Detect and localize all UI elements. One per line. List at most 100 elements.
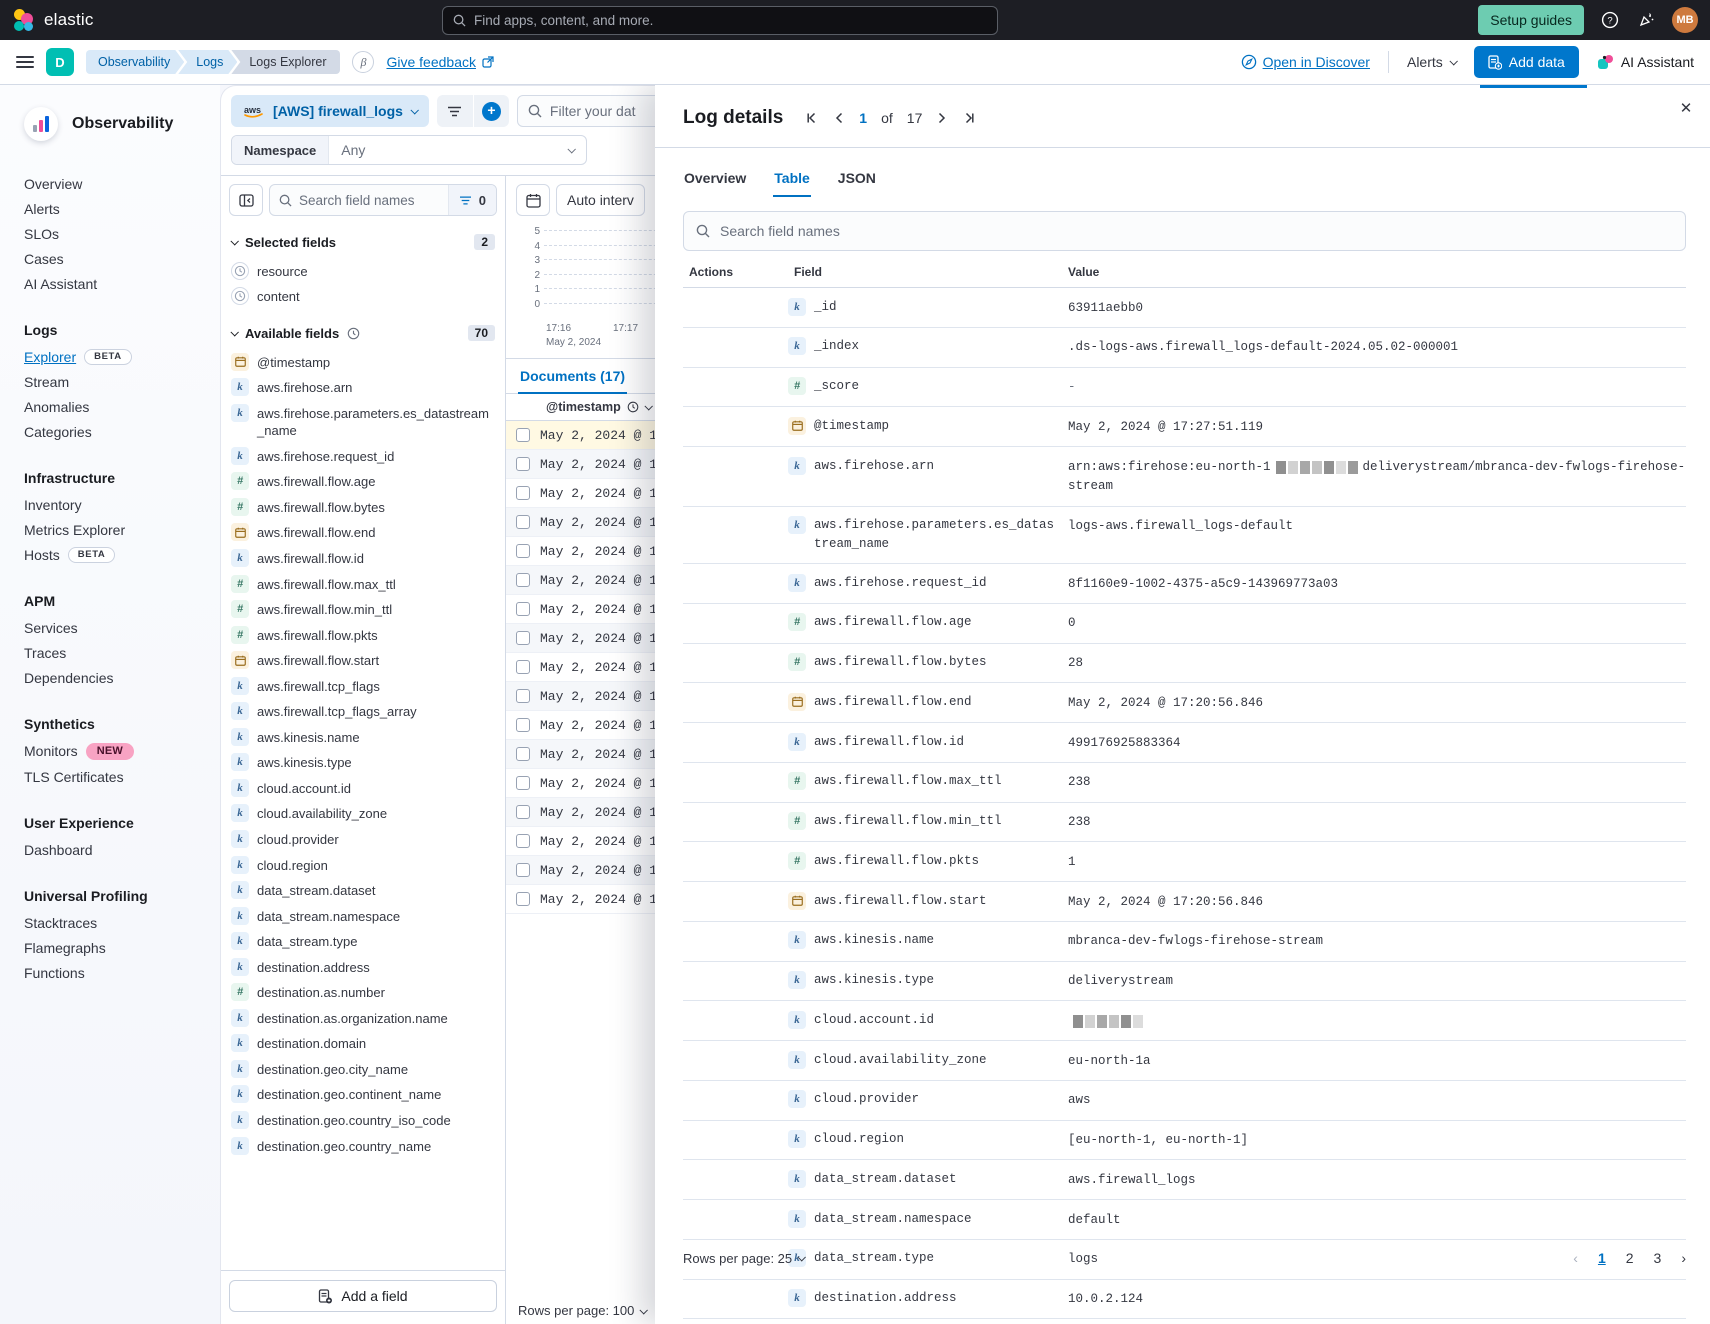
table-row[interactable]: kdata_stream.datasetaws.firewall_logs (683, 1160, 1686, 1200)
table-row[interactable]: #_score- (683, 368, 1686, 408)
page-3[interactable]: 3 (1654, 1250, 1662, 1266)
table-row[interactable]: kcloud.provideraws (683, 1081, 1686, 1121)
available-field-item[interactable]: kcloud.availability_zone (229, 801, 497, 827)
available-field-item[interactable]: kdestination.geo.country_name (229, 1133, 497, 1155)
add-data-button[interactable]: Add data (1474, 46, 1579, 78)
sidebar-item-alerts[interactable]: Alerts (24, 196, 220, 221)
add-field-button[interactable]: Add a field (229, 1280, 497, 1312)
available-field-item[interactable]: kdestination.domain (229, 1031, 497, 1057)
table-row[interactable]: aws.firewall.flow.startMay 2, 2024 @ 17:… (683, 882, 1686, 922)
available-field-item[interactable]: kaws.firehose.arn (229, 375, 497, 401)
sidebar-item-metrics-explorer[interactable]: Metrics Explorer (24, 517, 220, 542)
sidebar-item-slos[interactable]: SLOs (24, 221, 220, 246)
row-checkbox[interactable] (516, 834, 530, 848)
page-2[interactable]: 2 (1626, 1250, 1634, 1266)
sidebar-item-monitors[interactable]: MonitorsNEW (24, 738, 220, 764)
available-field-item[interactable]: kaws.firewall.tcp_flags (229, 673, 497, 699)
flyout-field-search-input[interactable]: Search field names (683, 211, 1686, 251)
previous-page-arrow[interactable]: ‹ (1573, 1250, 1578, 1266)
available-field-item[interactable]: kcloud.provider (229, 826, 497, 852)
page-1[interactable]: 1 (1598, 1250, 1606, 1266)
table-row[interactable]: kcloud.availability_zoneeu-north-1a (683, 1041, 1686, 1081)
row-checkbox[interactable] (516, 689, 530, 703)
available-field-item[interactable]: kaws.kinesis.name (229, 724, 497, 750)
row-checkbox[interactable] (516, 747, 530, 761)
user-avatar[interactable]: MB (1672, 7, 1698, 33)
table-row[interactable]: @timestampMay 2, 2024 @ 17:27:51.119 (683, 407, 1686, 447)
breadcrumb-observability[interactable]: Observability (86, 50, 184, 74)
row-checkbox[interactable] (516, 631, 530, 645)
table-row[interactable]: kcloud.region[eu-north-1, eu-north-1] (683, 1121, 1686, 1161)
space-avatar[interactable]: D (46, 48, 74, 76)
table-row[interactable]: k_index.ds-logs-aws.firewall_logs-defaul… (683, 328, 1686, 368)
sidebar-item-stream[interactable]: Stream (24, 369, 220, 394)
last-page-icon[interactable] (962, 111, 976, 125)
help-icon[interactable]: ? (1600, 10, 1620, 30)
table-row[interactable]: kdestination.address10.0.2.124 (683, 1280, 1686, 1320)
sidebar-item-traces[interactable]: Traces (24, 640, 220, 665)
filters-button[interactable] (437, 95, 473, 127)
global-search-input[interactable]: Find apps, content, and more. (442, 6, 998, 35)
row-checkbox[interactable] (516, 457, 530, 471)
sidebar-item-stacktraces[interactable]: Stacktraces (24, 910, 220, 935)
table-row[interactable]: #aws.firewall.flow.bytes28 (683, 644, 1686, 684)
next-page-icon[interactable] (936, 111, 948, 125)
available-field-item[interactable]: kdestination.address (229, 954, 497, 980)
row-checkbox[interactable] (516, 892, 530, 906)
sidebar-item-functions[interactable]: Functions (24, 960, 220, 985)
available-field-item[interactable]: kaws.firehose.parameters.es_datastream_n… (229, 400, 497, 443)
row-checkbox[interactable] (516, 573, 530, 587)
row-checkbox[interactable] (516, 515, 530, 529)
sidebar-item-ai-assistant[interactable]: AI Assistant (24, 271, 220, 296)
namespace-control[interactable]: Namespace Any (231, 135, 587, 165)
alerts-dropdown[interactable]: Alerts (1407, 54, 1456, 70)
available-field-item[interactable]: aws.firewall.flow.start (229, 648, 497, 674)
dataset-selector[interactable]: aws [AWS] firewall_logs (231, 95, 429, 127)
give-feedback-link[interactable]: Give feedback (386, 54, 494, 70)
interval-select[interactable]: Auto interv (556, 184, 645, 216)
available-field-item[interactable]: kcloud.region (229, 852, 497, 878)
row-checkbox[interactable] (516, 718, 530, 732)
tab-json[interactable]: JSON (837, 164, 877, 197)
available-field-item[interactable]: kdestination.geo.country_iso_code (229, 1108, 497, 1134)
selected-field-item[interactable]: resource (229, 258, 497, 284)
row-checkbox[interactable] (516, 544, 530, 558)
available-field-item[interactable]: #aws.firewall.flow.max_ttl (229, 571, 497, 597)
sidebar-item-overview[interactable]: Overview (24, 171, 220, 196)
field-search-input[interactable]: Search field names 0 (269, 184, 497, 216)
table-row[interactable]: kaws.firewall.flow.id499176925883364 (683, 723, 1686, 763)
row-checkbox[interactable] (516, 863, 530, 877)
sidebar-item-explorer[interactable]: ExplorerBETA (24, 344, 220, 369)
field-filter-count[interactable]: 0 (448, 185, 496, 215)
available-field-item[interactable]: #aws.firewall.flow.min_ttl (229, 597, 497, 623)
sidebar-item-flamegraphs[interactable]: Flamegraphs (24, 935, 220, 960)
selected-fields-header[interactable]: Selected fields 2 (229, 228, 497, 256)
documents-rows-per-page[interactable]: Rows per page: 100 (518, 1303, 646, 1318)
table-row[interactable]: k_id63911aebb0 (683, 288, 1686, 328)
table-row[interactable]: #aws.firewall.flow.pkts1 (683, 842, 1686, 882)
open-in-discover-link[interactable]: Open in Discover (1241, 54, 1370, 70)
row-checkbox[interactable] (516, 486, 530, 500)
table-row[interactable]: kaws.kinesis.namembranca-dev-fwlogs-fire… (683, 922, 1686, 962)
tab-documents[interactable]: Documents (17) (518, 359, 627, 394)
flyout-rows-per-page[interactable]: Rows per page: 25 (683, 1251, 804, 1266)
available-field-item[interactable]: #aws.firewall.flow.pkts (229, 622, 497, 648)
first-page-icon[interactable] (805, 111, 819, 125)
available-field-item[interactable]: @timestamp (229, 349, 497, 375)
collapse-sidebar-button[interactable] (229, 184, 263, 216)
ai-assistant-button[interactable]: AI Assistant (1597, 54, 1694, 71)
menu-icon[interactable] (16, 56, 34, 68)
row-checkbox[interactable] (516, 428, 530, 442)
available-fields-header[interactable]: Available fields 70 (229, 319, 497, 347)
previous-page-icon[interactable] (833, 111, 845, 125)
breadcrumb-logs[interactable]: Logs (178, 50, 237, 74)
table-row[interactable]: kdata_stream.namespacedefault (683, 1200, 1686, 1240)
row-checkbox[interactable] (516, 602, 530, 616)
row-checkbox[interactable] (516, 660, 530, 674)
next-page-arrow[interactable]: › (1681, 1250, 1686, 1266)
row-checkbox[interactable] (516, 776, 530, 790)
available-field-item[interactable]: kdata_stream.dataset (229, 878, 497, 904)
sidebar-item-anomalies[interactable]: Anomalies (24, 394, 220, 419)
available-field-item[interactable]: kdestination.as.organization.name (229, 1005, 497, 1031)
available-field-item[interactable]: aws.firewall.flow.end (229, 520, 497, 546)
